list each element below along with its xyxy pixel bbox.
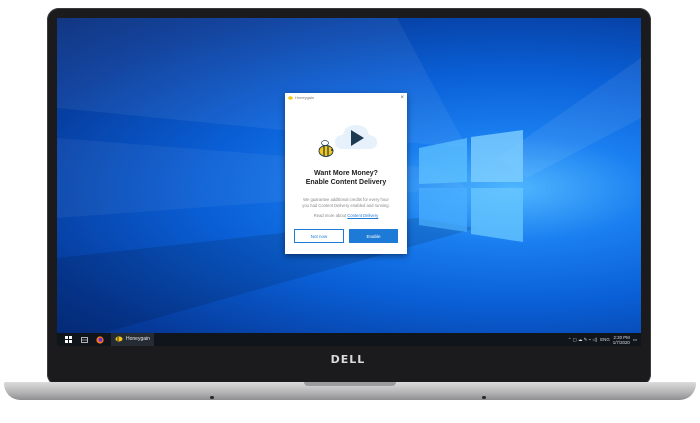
dialog-title: Honeygain [295,95,315,100]
enable-button[interactable]: Enable [349,229,398,243]
read-more: Read more about Content Delivery [285,213,407,218]
honeygain-dialog: Honeygain × Want More Money? Enable Cont… [285,93,407,254]
content-delivery-link[interactable]: Content Delivery [347,213,378,218]
heading-line-1: Want More Money? [314,170,378,177]
dell-logo: DELL [330,352,366,366]
task-view-icon[interactable] [79,335,89,345]
clock[interactable]: 2:30 PM 1/7/2020 [613,335,630,345]
firefox-icon[interactable] [95,335,105,345]
system-tray: ⌃ ▢ ☁ ✎ ⌁ ◁) ENG 2:30 PM 1/7/2020 ▭ [568,335,641,345]
taskbar: Honeygain ⌃ ▢ ☁ ✎ ⌁ ◁) ENG 2:30 PM 1/7/2… [57,332,641,346]
cloud-play-icon [335,125,377,149]
laptop-base-notch [304,382,396,386]
bee-icon [318,140,334,157]
dialog-titlebar: Honeygain × [285,93,407,102]
taskbar-app-label: Honeygain [126,336,150,342]
laptop-foot-right [482,396,486,399]
taskbar-app-honeygain[interactable]: Honeygain [111,332,154,346]
language-indicator[interactable]: ENG [600,337,610,342]
honeygain-icon [115,336,123,342]
laptop-foot-left [210,396,214,399]
windows-start-icon[interactable] [63,335,73,345]
tray-icons[interactable]: ⌃ ▢ ☁ ✎ ⌁ ◁) [568,337,597,343]
honeygain-icon [288,95,293,100]
dialog-body: We guarantee additional credits for ever… [293,197,399,208]
close-icon[interactable]: × [400,95,404,101]
dialog-heading: Want More Money? Enable Content Delivery [285,169,407,187]
body-line-2: you had Content Delivery enabled and run… [302,202,390,208]
heading-line-2: Enable Content Delivery [305,179,387,186]
not-now-button[interactable]: Not now [294,229,344,243]
cloud-play-illustration [318,125,377,157]
notification-icon[interactable]: ▭ [633,337,637,343]
read-more-prefix: Read more about [313,213,347,218]
windows-logo-wallpaper [419,130,523,242]
clock-date: 1/7/2020 [612,339,630,345]
body-line-1: We guarantee additional credits for ever… [303,197,389,202]
